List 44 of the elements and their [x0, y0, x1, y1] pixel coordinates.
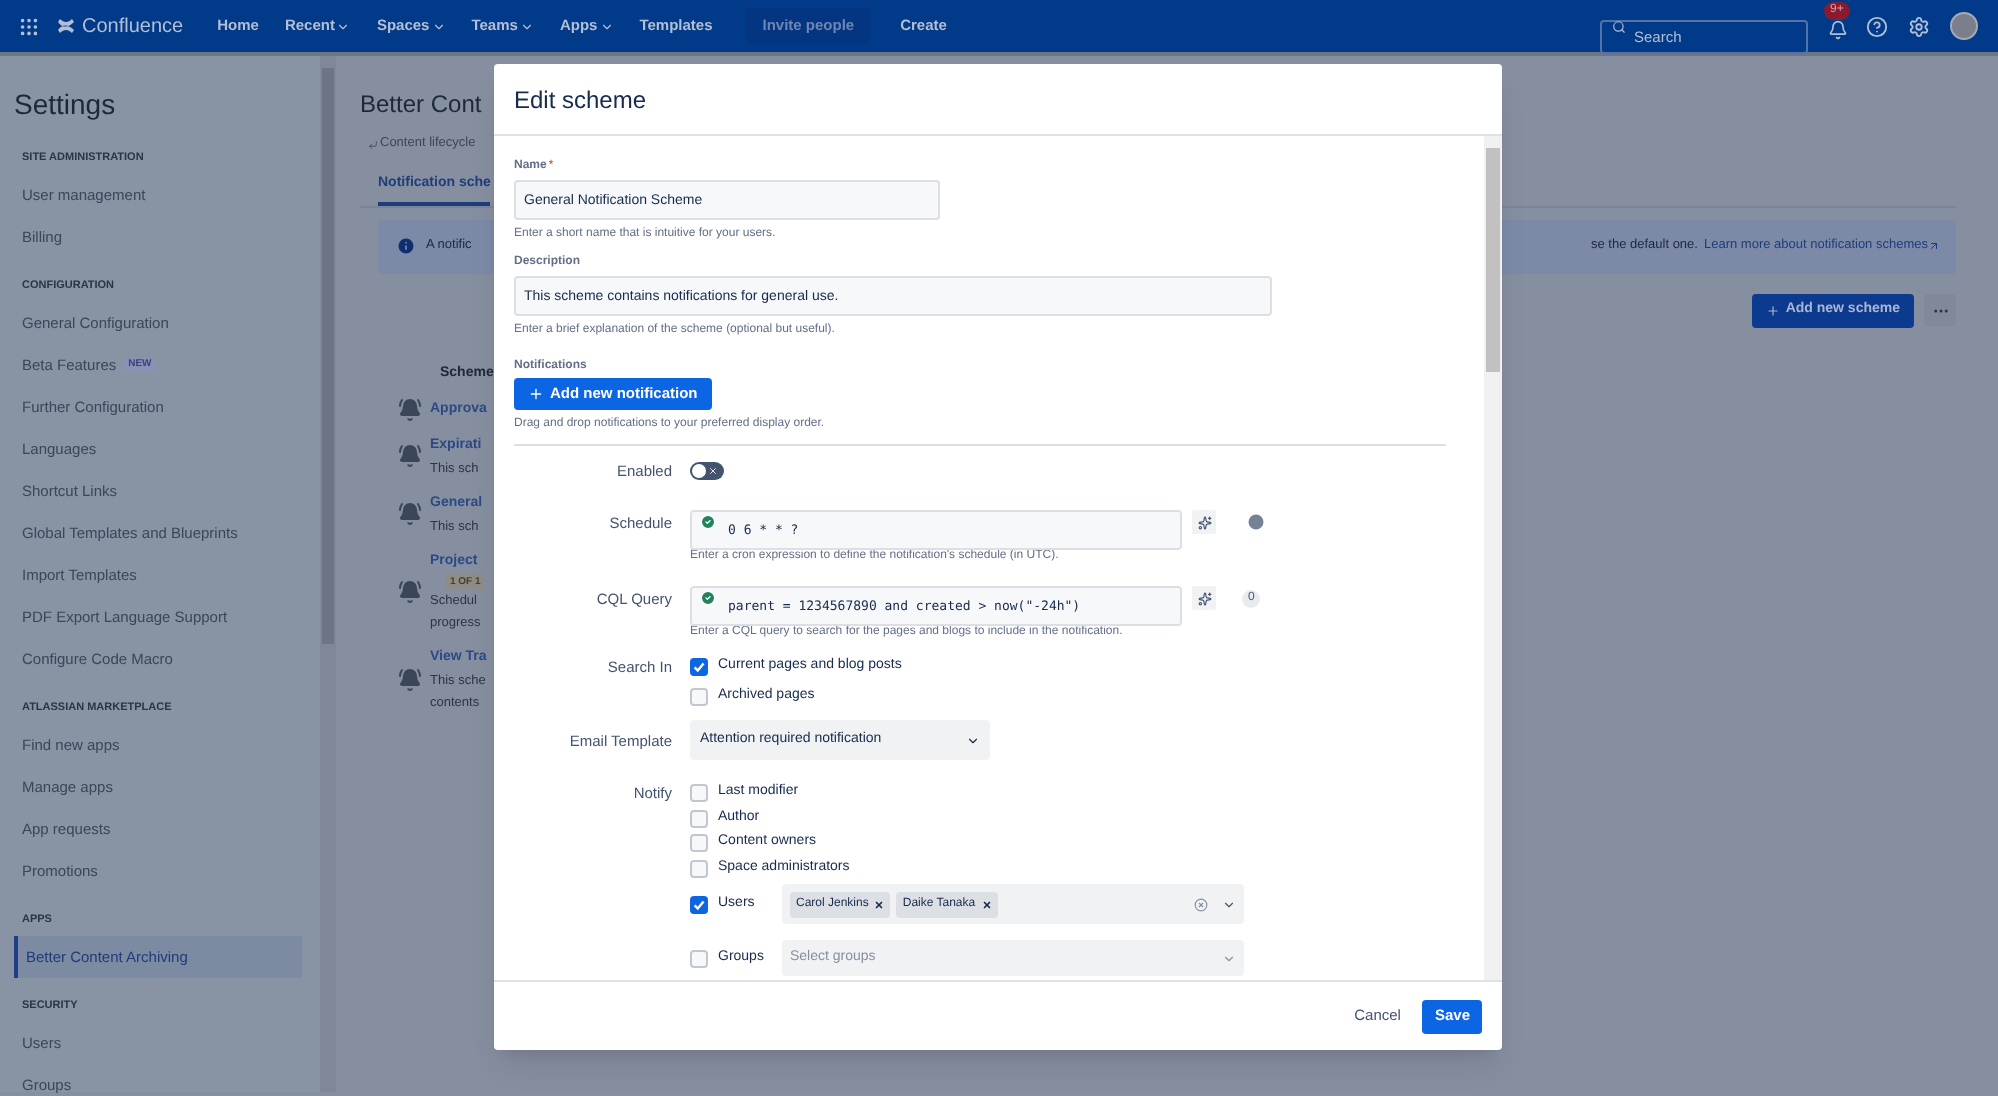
caret-icon — [431, 19, 446, 33]
bell-icon — [398, 397, 422, 421]
toggle-switch[interactable] — [690, 462, 724, 480]
plus-icon — [528, 386, 544, 402]
search-icon — [1612, 19, 1626, 33]
external-link-icon — [1928, 240, 1940, 252]
caret-icon[interactable] — [1222, 897, 1236, 912]
logo-icon — [56, 16, 76, 36]
checkbox[interactable] — [690, 658, 708, 676]
dialog-title: Edit scheme — [514, 83, 647, 117]
breadcrumb-icon — [368, 139, 378, 149]
bell-icon — [398, 579, 422, 603]
bell-icon — [398, 502, 422, 526]
info-icon — [396, 236, 416, 256]
checkbox[interactable] — [690, 859, 708, 877]
plus-icon — [1765, 303, 1780, 317]
remove-icon[interactable] — [874, 899, 885, 910]
caret-icon — [519, 19, 534, 33]
ai-assist-button[interactable] — [1192, 586, 1216, 611]
caret-icon — [1222, 951, 1236, 966]
notifications-icon[interactable] — [1828, 19, 1848, 39]
sidebar-title: Settings — [14, 86, 118, 124]
ai-assist-button[interactable] — [1192, 510, 1216, 535]
checkbox[interactable] — [690, 895, 708, 914]
bell-icon — [398, 444, 422, 468]
caret-icon — [599, 19, 614, 33]
checkbox[interactable] — [690, 687, 708, 705]
checkbox[interactable] — [690, 784, 708, 802]
avatar[interactable] — [1950, 12, 1978, 40]
sparkle-icon — [1197, 515, 1211, 530]
help-icon[interactable] — [1866, 15, 1888, 37]
checkbox[interactable] — [690, 949, 708, 968]
checkbox[interactable] — [690, 834, 708, 852]
remove-icon[interactable] — [981, 899, 992, 910]
page-title: Better Cont — [360, 88, 482, 122]
checkbox[interactable] — [690, 809, 708, 827]
product-name[interactable]: Confluence — [82, 11, 184, 41]
app-switcher-icon[interactable] — [18, 15, 40, 37]
clear-icon[interactable] — [1194, 897, 1208, 912]
caret-icon — [336, 19, 351, 33]
caret-icon — [966, 733, 980, 748]
bell-icon — [398, 667, 422, 691]
sparkle-icon — [1197, 591, 1211, 606]
settings-icon[interactable] — [1908, 15, 1930, 37]
